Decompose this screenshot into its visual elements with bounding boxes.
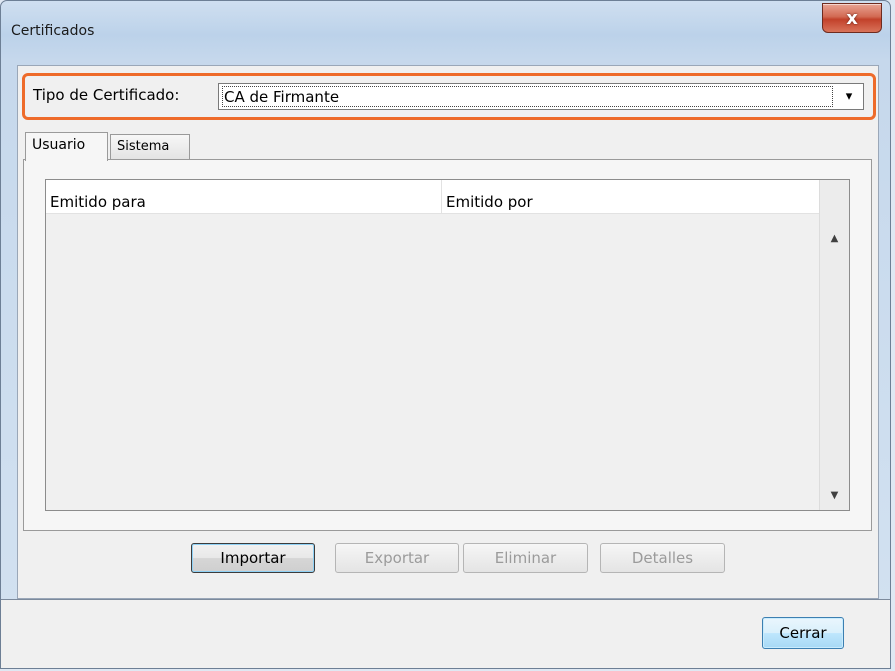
- close-icon: x: [846, 7, 858, 29]
- close-button[interactable]: Cerrar: [762, 617, 844, 649]
- certificate-type-selected-value: CA de Firmante: [222, 86, 833, 107]
- certificate-type-label: Tipo de Certificado:: [33, 86, 180, 104]
- tab-sistema[interactable]: Sistema: [110, 134, 190, 160]
- details-button[interactable]: Detalles: [600, 543, 725, 573]
- list-header: Emitido para Emitido por: [46, 180, 819, 214]
- certificates-list[interactable]: Emitido para Emitido por ▲ ▼: [45, 179, 850, 511]
- close-window-button[interactable]: x: [822, 3, 882, 33]
- scroll-up-icon[interactable]: ▲: [820, 227, 849, 249]
- vertical-scrollbar[interactable]: ▲ ▼: [819, 180, 849, 510]
- tab-panel-usuario: Emitido para Emitido por ▲ ▼: [23, 159, 872, 531]
- column-header-issued-by[interactable]: Emitido por: [442, 180, 838, 213]
- scroll-down-icon[interactable]: ▼: [820, 484, 849, 506]
- certificates-window: Certificados x Tipo de Certificado: CA d…: [0, 0, 891, 669]
- column-header-issued-to[interactable]: Emitido para: [46, 180, 442, 213]
- import-button[interactable]: Importar: [191, 543, 315, 573]
- window-title: Certificados: [11, 23, 95, 39]
- delete-button[interactable]: Eliminar: [463, 543, 588, 573]
- title-bar[interactable]: Certificados x: [1, 1, 890, 63]
- certificate-type-select[interactable]: CA de Firmante ▾: [218, 83, 864, 110]
- dialog-footer: Cerrar: [1, 600, 890, 668]
- certificate-type-row: Tipo de Certificado: CA de Firmante ▾: [22, 73, 876, 120]
- tab-usuario[interactable]: Usuario: [25, 132, 108, 161]
- dialog-body: Tipo de Certificado: CA de Firmante ▾ Us…: [17, 65, 879, 599]
- export-button[interactable]: Exportar: [335, 543, 459, 573]
- chevron-down-icon[interactable]: ▾: [837, 86, 861, 107]
